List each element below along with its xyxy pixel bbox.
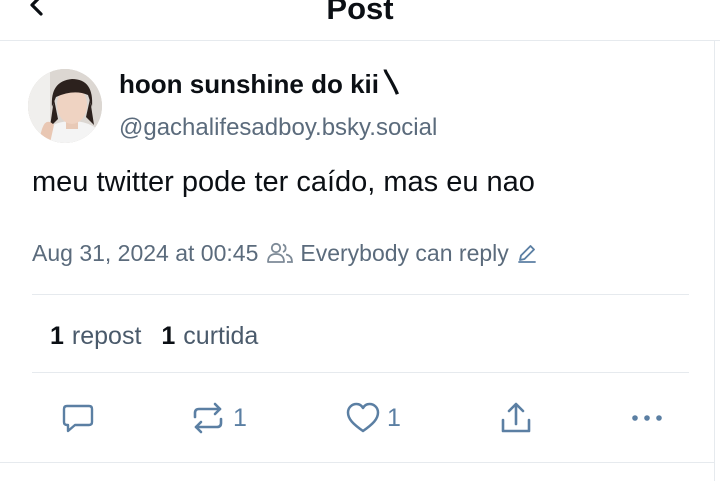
right-border xyxy=(714,40,715,481)
post-stats: 1 repost 1 curtida xyxy=(50,318,258,354)
divider xyxy=(32,372,689,373)
repost-stat-label: repost xyxy=(71,321,142,350)
comment-icon xyxy=(62,404,94,433)
people-icon xyxy=(267,242,294,263)
author-handle[interactable]: @gachalifesadboy.bsky.social xyxy=(119,112,437,144)
divider xyxy=(0,462,714,463)
reply-setting[interactable]: Everybody can reply xyxy=(300,240,508,267)
post-text: meu twitter pode ter caído, mas eu nao xyxy=(32,166,535,198)
avatar[interactable] xyxy=(28,69,102,143)
repost-icon xyxy=(193,402,223,434)
reply-button[interactable] xyxy=(60,398,96,438)
like-stat[interactable]: 1 curtida xyxy=(161,322,258,351)
share-icon xyxy=(501,402,531,433)
post-meta: Aug 31, 2024 at 00:45 Everybody can repl… xyxy=(32,236,537,270)
heart-icon xyxy=(346,402,380,433)
like-stat-label: curtida xyxy=(183,321,259,350)
repost-stat-count: 1 xyxy=(50,321,64,350)
repost-count: 1 xyxy=(233,403,247,432)
like-button[interactable]: 1 xyxy=(345,398,401,438)
author-name[interactable]: hoon sunshine do kii〵 xyxy=(119,68,405,100)
page-title: Post xyxy=(326,0,394,26)
more-icon xyxy=(632,415,662,421)
like-count: 1 xyxy=(387,403,401,432)
more-options-button[interactable] xyxy=(630,398,664,438)
post-timestamp[interactable]: Aug 31, 2024 at 00:45 xyxy=(32,240,258,267)
pencil-icon[interactable] xyxy=(517,243,537,263)
avatar-photo xyxy=(28,69,102,143)
header: Post xyxy=(0,0,720,41)
like-stat-count: 1 xyxy=(161,321,176,350)
repost-stat[interactable]: 1 repost xyxy=(50,322,141,351)
repost-button[interactable]: 1 xyxy=(189,398,247,438)
divider xyxy=(32,294,689,295)
share-button[interactable] xyxy=(498,398,534,438)
